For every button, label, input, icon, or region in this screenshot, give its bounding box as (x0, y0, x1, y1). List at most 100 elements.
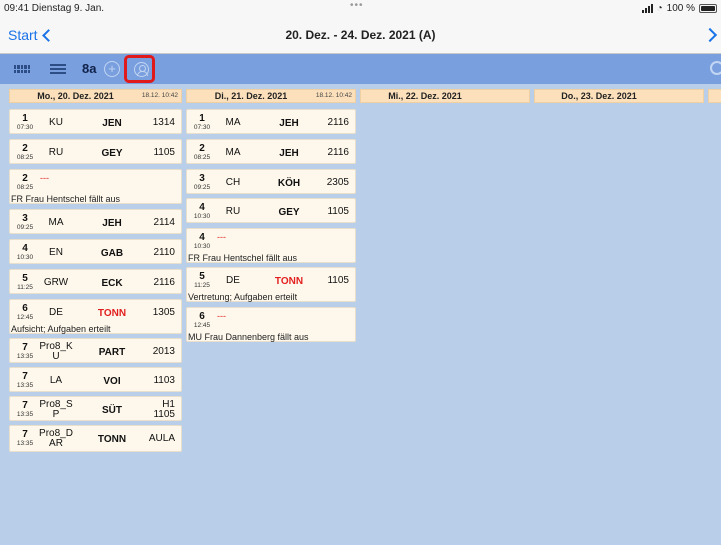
period-number: 1 (199, 113, 205, 124)
lesson-card[interactable]: 3 09:25 CH KÖH 2305 (186, 169, 356, 194)
subject-cont: P (52, 409, 60, 420)
period-number: 5 (199, 271, 205, 282)
cancellation-card[interactable]: 6 12:45 --- MU Frau Dannenberg fällt aus (186, 307, 356, 342)
room: 2114 (153, 217, 175, 228)
room: 2116 (153, 277, 175, 288)
teacher: GEY (101, 148, 123, 159)
period-number: 6 (22, 303, 28, 314)
room: 2116 (327, 117, 349, 128)
period-number: 7 (22, 342, 28, 353)
subject: CH (225, 177, 241, 188)
wifi-icon: ◔ (656, 3, 663, 14)
subject-cont: U (52, 351, 60, 362)
signal-icon (641, 4, 653, 13)
lesson-card[interactable]: 1 07:30 MA JEH 2116 (186, 109, 356, 134)
period-number: 4 (199, 202, 205, 213)
subject: GRW (43, 277, 69, 288)
lesson-card[interactable]: 2 08:25 RU GEY 1105 (9, 139, 182, 164)
lesson-card[interactable]: 5 11:25 GRW ECK 2116 (9, 269, 182, 294)
lesson-note: Aufsicht; Aufgaben erteilt (11, 324, 111, 334)
cancellation-card[interactable]: 2 08:25 --- FR Frau Hentschel fällt aus (9, 169, 182, 204)
subject: MA (225, 117, 241, 128)
period-time: 11:25 (17, 284, 33, 291)
grid-view-icon[interactable] (14, 65, 30, 73)
room: 1105 (327, 275, 349, 286)
toolbar: 8a + (0, 54, 721, 84)
cancellation-card[interactable]: 4 10:30 --- FR Frau Hentschel fällt aus (186, 228, 356, 263)
subject-cont: AR (49, 438, 63, 449)
period-time: 10:30 (16, 254, 34, 261)
teacher: TONN (97, 308, 127, 319)
lesson-card[interactable]: 4 10:30 EN GAB 2110 (9, 239, 182, 264)
week-title: 20. Dez. - 24. Dez. 2021 (A) (285, 28, 436, 42)
battery-icon (699, 4, 717, 13)
nav-bar: Start 20. Dez. - 24. Dez. 2021 (A) (0, 18, 721, 54)
room: 1105 (327, 206, 349, 217)
list-view-icon[interactable] (50, 64, 66, 74)
room: 2305 (326, 177, 349, 188)
period-number: 5 (22, 273, 28, 284)
period-number: 7 (22, 371, 28, 382)
day-label: Mo., 20. Dez. 2021 (37, 91, 114, 101)
cancel-dash: --- (217, 232, 226, 242)
lesson-card[interactable]: 7 13:35 Pro8_D AR TONN AULA (9, 425, 182, 452)
status-bar: 09:41 Dienstag 9. Jan. ••• ◔ 100 % (0, 0, 721, 18)
teacher: JEH (102, 218, 122, 229)
class-selector[interactable]: 8a (82, 61, 96, 76)
teacher: PART (98, 347, 126, 358)
period-number: 4 (199, 232, 205, 243)
subject: LA (49, 375, 63, 386)
period-number: 3 (22, 213, 28, 224)
period-time: 12:45 (16, 314, 34, 321)
period-time: 12:45 (193, 322, 211, 329)
period-number: 6 (199, 311, 205, 322)
subject: RU (48, 147, 64, 158)
teacher: SÜT (102, 405, 122, 416)
lesson-note: FR Frau Hentschel fällt aus (11, 194, 121, 204)
day-header-tuesday: Di., 21. Dez. 2021 18.12. 10:42 (186, 89, 356, 103)
period-number: 7 (22, 400, 28, 411)
substitution-card[interactable]: 6 12:45 DE TONN 1305 Aufsicht; Aufgaben … (9, 299, 182, 334)
period-number: 7 (22, 429, 28, 440)
period-time: 13:35 (16, 353, 34, 360)
room: AULA (148, 433, 175, 444)
subject: MA (48, 217, 64, 228)
cancel-dash: --- (40, 173, 49, 183)
lesson-card[interactable]: 4 10:30 RU GEY 1105 (186, 198, 356, 223)
lesson-note: Vertretung; Aufgaben erteilt (188, 292, 298, 302)
lesson-card[interactable]: 7 13:35 Pro8_S P SÜT H1 1105 (9, 396, 182, 421)
add-icon[interactable]: + (104, 61, 120, 77)
day-label: Mi., 22. Dez. 2021 (388, 91, 462, 101)
period-time: 09:25 (16, 224, 34, 231)
multitask-dots[interactable]: ••• (350, 0, 364, 11)
lesson-card[interactable]: 7 13:35 Pro8_K U PART 2013 (9, 338, 182, 363)
status-right: ◔ 100 % (641, 3, 717, 14)
day-timestamp: 18.12. 10:42 (141, 92, 178, 99)
teacher: TONN (274, 276, 304, 287)
room: 2116 (327, 147, 349, 158)
period-number: 1 (22, 113, 28, 124)
period-time: 13:35 (16, 440, 34, 447)
subject: MA (225, 147, 241, 158)
day-header-friday-partial (708, 89, 721, 103)
lesson-card[interactable]: 1 07:30 KU JEN 1314 (9, 109, 182, 134)
subject: RU (225, 206, 241, 217)
room: 2013 (152, 346, 175, 357)
subject: DE (226, 275, 240, 286)
lesson-card[interactable]: 2 08:25 MA JEH 2116 (186, 139, 356, 164)
room: 2110 (153, 247, 175, 258)
day-timestamp: 18.12. 10:42 (315, 92, 352, 99)
period-time: 13:35 (16, 382, 34, 389)
period-number: 2 (22, 173, 28, 184)
period-time: 08:25 (16, 184, 34, 191)
teacher: VOI (103, 376, 121, 387)
substitution-card[interactable]: 5 11:25 DE TONN 1105 Vertretung; Aufgabe… (186, 267, 356, 302)
period-time: 13:35 (16, 411, 34, 418)
subject: EN (49, 247, 63, 258)
teacher: JEH (279, 118, 299, 129)
lesson-card[interactable]: 7 13:35 LA VOI 1103 (9, 367, 182, 392)
lesson-card[interactable]: 3 09:25 MA JEH 2114 (9, 209, 182, 234)
period-time: 10:30 (193, 243, 211, 250)
refresh-icon[interactable] (710, 61, 721, 75)
person-button-highlighted[interactable] (124, 55, 155, 83)
